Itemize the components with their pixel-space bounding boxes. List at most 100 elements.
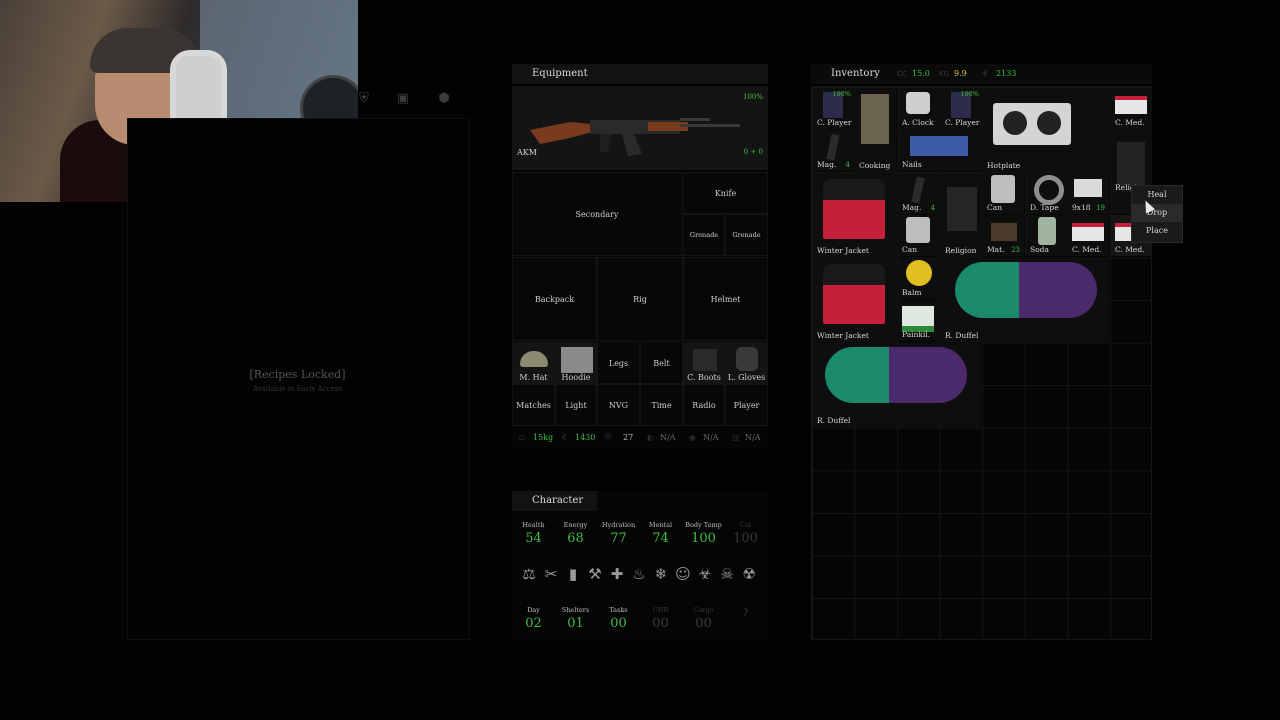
- item-c-player[interactable]: 100% C. Player: [813, 88, 854, 129]
- nvg-slot[interactable]: NVG: [597, 384, 640, 426]
- item-religion-book[interactable]: Religion: [941, 173, 982, 257]
- capacity-icon: CC: [897, 70, 907, 78]
- item-cooking-book[interactable]: Cooking: [855, 88, 896, 172]
- time-slot[interactable]: Time: [640, 384, 683, 426]
- stat-energy: Energy 68: [554, 521, 597, 546]
- item-balm[interactable]: Balm: [898, 258, 939, 299]
- boots-slot[interactable]: C. Boots: [683, 342, 725, 384]
- item-nails[interactable]: Nails: [898, 130, 982, 171]
- item-hotplate[interactable]: Hotplate: [983, 88, 1110, 172]
- rig-slot[interactable]: Rig: [597, 257, 683, 341]
- duffel-bag-image: [825, 347, 967, 403]
- stat-hydration: Hydration 77: [597, 521, 640, 546]
- item-duct-tape[interactable]: D. Tape: [1026, 173, 1067, 214]
- skull-icon: ☠: [720, 565, 734, 583]
- item-name: Painkil.: [902, 330, 931, 339]
- knife-slot[interactable]: Knife: [683, 172, 768, 214]
- book-image: [1117, 142, 1145, 186]
- boots-image: [693, 349, 717, 371]
- shield-icon[interactable]: ⛨: [357, 92, 371, 106]
- medkit-image: [1115, 96, 1147, 114]
- stat-label: Health: [522, 521, 545, 529]
- belt-slot[interactable]: Belt: [640, 342, 683, 384]
- progress-label: Tasks: [609, 606, 628, 614]
- gloves-label: L. Gloves: [727, 373, 766, 382]
- item-quantity: 19: [1096, 204, 1105, 212]
- context-place[interactable]: Place: [1132, 222, 1182, 240]
- tools-icon: ✂: [544, 565, 558, 583]
- inventory-grid[interactable]: 100% C. Player Cooking A. Clock 100% C. …: [811, 86, 1152, 640]
- player-label: Player: [733, 401, 760, 410]
- duct-tape-image: [1034, 175, 1064, 205]
- grenade-slot-1[interactable]: Grenade: [683, 214, 725, 256]
- value-icon: €: [562, 433, 568, 442]
- progress-label: CHR: [652, 606, 669, 614]
- item-name: C. Med.: [1115, 118, 1145, 127]
- item-magazine[interactable]: Mag. 4: [813, 130, 854, 171]
- magazine-image: [826, 133, 840, 161]
- legs-slot[interactable]: Legs: [597, 342, 640, 384]
- broken-bone-icon: ⚒: [588, 565, 602, 583]
- equipment-panel: Equipment AKM 100% 0 + 0 Secondary Knife…: [512, 64, 768, 448]
- progress-value: 00: [610, 616, 627, 631]
- item-duffel-bag[interactable]: R. Duffel: [813, 343, 981, 427]
- grenade-label: Grenade: [732, 231, 761, 239]
- stat6-icon: ▥: [732, 433, 740, 442]
- item-winter-jacket[interactable]: Winter Jacket: [813, 173, 897, 257]
- item-winter-jacket[interactable]: Winter Jacket: [813, 258, 897, 342]
- jacket-image: [823, 264, 885, 324]
- item-c-med[interactable]: C. Med.: [1111, 88, 1152, 129]
- item-name: Hotplate: [987, 161, 1021, 170]
- cube-icon[interactable]: ⬢: [437, 92, 451, 106]
- item-painkillers[interactable]: Painkil.: [898, 300, 939, 341]
- can-image: [991, 175, 1015, 203]
- context-heal[interactable]: Heal: [1132, 186, 1182, 204]
- chip-icon[interactable]: ▣: [396, 92, 410, 106]
- top-slot[interactable]: Hoodie: [555, 342, 597, 384]
- item-materials[interactable]: Mat. 23: [983, 215, 1024, 256]
- demon-icon: ☺: [675, 565, 691, 583]
- hat-image: [520, 351, 548, 367]
- radio-slot[interactable]: Radio: [683, 384, 725, 426]
- item-alarm-clock[interactable]: A. Clock: [898, 88, 939, 129]
- item-ammo-9x18[interactable]: 9x18 19: [1068, 173, 1109, 214]
- bleeding-icon: ✚: [610, 565, 624, 583]
- progress-label: Day: [527, 606, 540, 614]
- item-duffel-bag[interactable]: R. Duffel: [941, 258, 1109, 342]
- item-c-med[interactable]: C. Med.: [1068, 215, 1109, 256]
- item-soda[interactable]: Soda: [1026, 215, 1067, 256]
- item-can[interactable]: Can: [898, 215, 939, 256]
- helmet-slot[interactable]: Helmet: [683, 257, 768, 341]
- materials-image: [991, 223, 1017, 241]
- light-slot[interactable]: Light: [555, 384, 597, 426]
- progress-chr: CHR 00: [639, 606, 682, 631]
- item-name: 9x18: [1072, 203, 1091, 212]
- context-drop[interactable]: Drop: [1132, 204, 1182, 222]
- backpack-slot[interactable]: Backpack: [512, 257, 597, 341]
- gloves-slot[interactable]: L. Gloves: [725, 342, 768, 384]
- hotplate-image: [993, 103, 1071, 145]
- soda-can-image: [1038, 217, 1056, 245]
- legs-label: Legs: [608, 359, 629, 368]
- backpack-label: Backpack: [534, 295, 575, 304]
- secondary-slot[interactable]: Secondary: [512, 172, 682, 256]
- weight-value: 15kg: [533, 433, 554, 442]
- item-magazine[interactable]: Mag. 4: [898, 173, 939, 214]
- stat-body-temp: Body Temp 100: [682, 521, 725, 546]
- item-can[interactable]: Can: [983, 173, 1024, 214]
- stat-mental: Mental 74: [639, 521, 682, 546]
- item-condition: 100%: [832, 90, 851, 98]
- stat4-icon: ◐: [647, 433, 654, 442]
- item-c-player[interactable]: 100% C. Player: [941, 88, 982, 129]
- primary-weapon-slot[interactable]: AKM 100% 0 + 0: [512, 86, 768, 170]
- progress-shelters: Shelters 01: [554, 606, 597, 631]
- hat-slot[interactable]: M. Hat: [512, 342, 555, 384]
- item-name: Cooking: [859, 161, 891, 170]
- stat-value: 68: [567, 531, 584, 546]
- progress-unknown[interactable]: ?: [724, 606, 767, 619]
- matches-slot[interactable]: Matches: [512, 384, 555, 426]
- player-slot[interactable]: Player: [725, 384, 768, 426]
- weight-value: 9.9: [954, 69, 967, 78]
- money-value: 2133: [996, 69, 1017, 78]
- grenade-slot-2[interactable]: Grenade: [725, 214, 768, 256]
